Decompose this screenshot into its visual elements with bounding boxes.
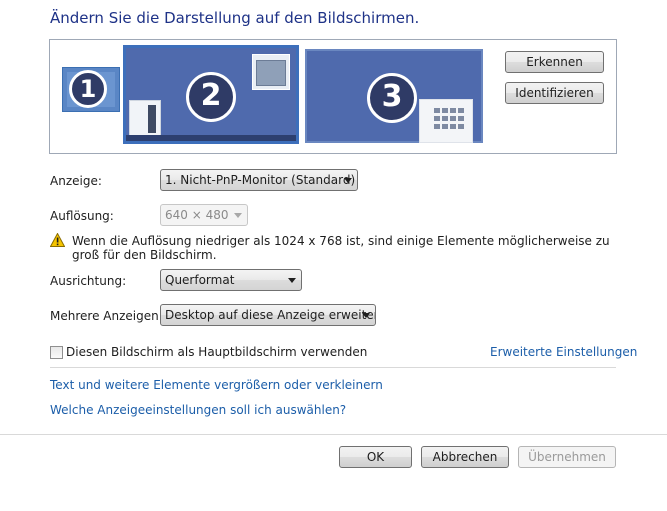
apply-button: Übernehmen (518, 446, 616, 468)
chevron-down-icon (288, 278, 296, 283)
multiple-displays-select-value: Desktop auf diese Anzeige erweitern (165, 308, 376, 322)
resolution-label: Auflösung: (50, 209, 114, 223)
detect-button[interactable]: Erkennen (505, 51, 604, 73)
display-label: Anzeige: (50, 174, 102, 188)
monitor-2-taskbar-window (129, 100, 161, 140)
which-settings-link[interactable]: Welche Anzeigeeinstellungen soll ich aus… (50, 403, 346, 417)
display-select[interactable]: 1. Nicht-PnP-Monitor (Standard) (160, 169, 358, 191)
multiple-displays-select[interactable]: Desktop auf diese Anzeige erweitern (160, 304, 376, 326)
main-display-label[interactable]: Diesen Bildschirm als Hauptbildschirm ve… (66, 345, 367, 359)
divider (50, 367, 616, 368)
resolution-select: 640 × 480 (160, 204, 248, 226)
monitor-3[interactable]: 3 (305, 49, 483, 143)
identify-button[interactable]: Identifizieren (505, 82, 604, 104)
chevron-down-icon (362, 313, 370, 318)
footer-divider (0, 434, 667, 435)
monitor-3-number: 3 (367, 73, 417, 123)
main-display-checkbox[interactable] (50, 346, 63, 359)
cancel-button[interactable]: Abbrechen (421, 446, 509, 468)
display-select-value: 1. Nicht-PnP-Monitor (Standard) (165, 173, 356, 187)
ok-button[interactable]: OK (339, 446, 412, 468)
text-size-link[interactable]: Text und weitere Elemente vergrößern ode… (50, 378, 383, 392)
multiple-displays-label: Mehrere Anzeigen: (50, 309, 163, 323)
monitor-1[interactable]: 1 (62, 67, 120, 112)
monitor-3-window (419, 99, 473, 143)
warning-icon (50, 233, 65, 247)
monitor-2-taskbar (126, 135, 296, 141)
resolution-warning-text: Wenn die Auflösung niedriger als 1024 x … (72, 234, 610, 262)
orientation-select[interactable]: Querformat (160, 269, 302, 291)
monitor-2-number: 2 (186, 72, 236, 122)
monitor-1-number: 1 (69, 70, 107, 108)
orientation-select-value: Querformat (165, 273, 235, 287)
orientation-label: Ausrichtung: (50, 274, 127, 288)
chevron-down-icon (344, 178, 352, 183)
chevron-down-icon (234, 213, 242, 218)
advanced-settings-link[interactable]: Erweiterte Einstellungen (490, 345, 637, 359)
page-title: Ändern Sie die Darstellung auf den Bilds… (50, 9, 420, 27)
monitor-2-window (252, 54, 290, 90)
monitor-2[interactable]: 2 (123, 45, 299, 144)
resolution-select-value: 640 × 480 (165, 208, 229, 222)
